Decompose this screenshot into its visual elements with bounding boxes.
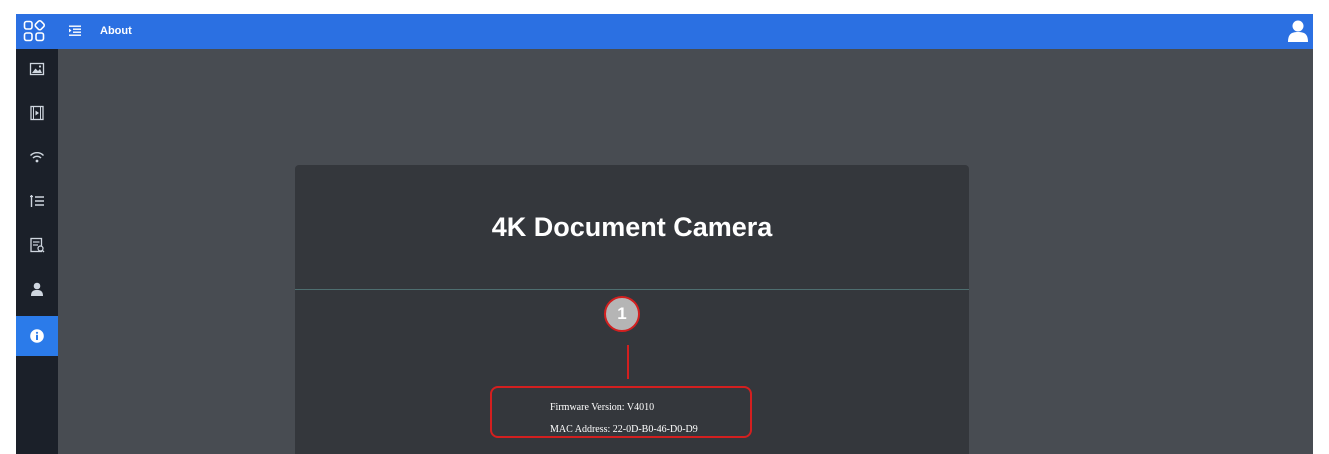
mac-address-row: MAC Address: 22-0D-B0-46-D0-D9 xyxy=(550,424,698,435)
firmware-label: Firmware Version: xyxy=(550,402,627,413)
about-card: 4K Document Camera 1 Firmware Version: V… xyxy=(295,165,969,454)
menu-list-icon[interactable] xyxy=(68,24,82,38)
callout-number: 1 xyxy=(617,304,627,323)
mac-label: MAC Address: xyxy=(550,424,613,435)
callout-line xyxy=(627,345,629,379)
firmware-version-row: Firmware Version: V4010 xyxy=(550,402,654,413)
image-icon xyxy=(29,62,45,76)
sidebar xyxy=(16,49,58,454)
sidebar-item-user[interactable] xyxy=(16,269,58,309)
app-window: About 4K Document Camera 1 Firmware Vers… xyxy=(16,14,1313,454)
callout-marker: 1 xyxy=(604,296,640,332)
card-divider xyxy=(295,289,969,290)
sidebar-item-video[interactable] xyxy=(16,93,58,133)
sidebar-item-wifi[interactable] xyxy=(16,137,58,177)
top-bar: About xyxy=(16,14,1313,49)
user-icon xyxy=(31,282,43,296)
user-icon[interactable] xyxy=(1287,19,1309,43)
device-title: 4K Document Camera xyxy=(491,212,773,242)
sidebar-item-list[interactable] xyxy=(16,181,58,221)
sidebar-item-about[interactable] xyxy=(16,316,58,356)
list-icon xyxy=(30,195,44,207)
apps-grid-icon[interactable] xyxy=(22,19,46,43)
info-icon xyxy=(30,329,44,343)
log-icon xyxy=(30,237,45,253)
sidebar-item-log[interactable] xyxy=(16,225,58,265)
sidebar-item-image[interactable] xyxy=(16,49,58,89)
video-icon xyxy=(30,105,44,121)
mac-value: 22-0D-B0-46-D0-D9 xyxy=(612,424,698,435)
firmware-value: V4010 xyxy=(626,402,655,413)
wifi-icon xyxy=(29,152,45,163)
page-title: About xyxy=(100,25,132,37)
